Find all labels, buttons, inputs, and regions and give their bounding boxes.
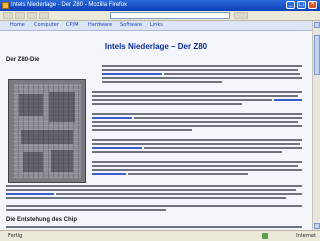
address-bar[interactable] [110,12,230,19]
z80-die-image [8,79,86,183]
nav-link-hardware[interactable]: Hardware [88,22,112,28]
browser-toolbar [0,11,320,21]
status-text: Fertig [8,233,23,239]
page-content: Home Computer CP/M Hardware Software Lin… [0,21,312,230]
minimize-button[interactable]: _ [286,0,295,9]
scroll-down-icon[interactable] [314,223,320,229]
nav-link-computer[interactable]: Computer [34,22,59,28]
window-titlebar: Intels Niederlage - Der Z80 - Mozilla Fi… [0,0,320,11]
zone-icon [262,233,268,239]
status-bar: Fertig Internet [0,230,320,241]
scroll-up-icon[interactable] [314,22,320,28]
go-button[interactable] [234,12,248,19]
maximize-button[interactable]: □ [297,0,306,9]
scroll-thumb[interactable] [314,35,320,75]
back-button[interactable] [3,12,13,19]
nav-link-cpm[interactable]: CP/M [66,22,79,28]
nav-link-software[interactable]: Software [120,22,142,28]
nav-link-links[interactable]: Links [150,22,163,28]
forward-button[interactable] [15,12,25,19]
page-title: Intels Niederlage – Der Z80 [104,42,208,51]
section-heading: Die Entstehung des Chip [6,217,78,223]
die-caption: Der Z80-Die [6,57,40,63]
browser-icon [2,2,9,9]
close-button[interactable]: × [308,0,317,9]
home-button[interactable] [39,12,49,19]
reload-button[interactable] [27,12,37,19]
window-title: Intels Niederlage - Der Z80 - Mozilla Fi… [11,2,128,8]
nav-link-home[interactable]: Home [10,22,25,28]
site-nav: Home Computer CP/M Hardware Software Lin… [0,21,312,31]
vertical-scrollbar[interactable] [312,21,320,230]
zone-text: Internet [296,233,316,239]
